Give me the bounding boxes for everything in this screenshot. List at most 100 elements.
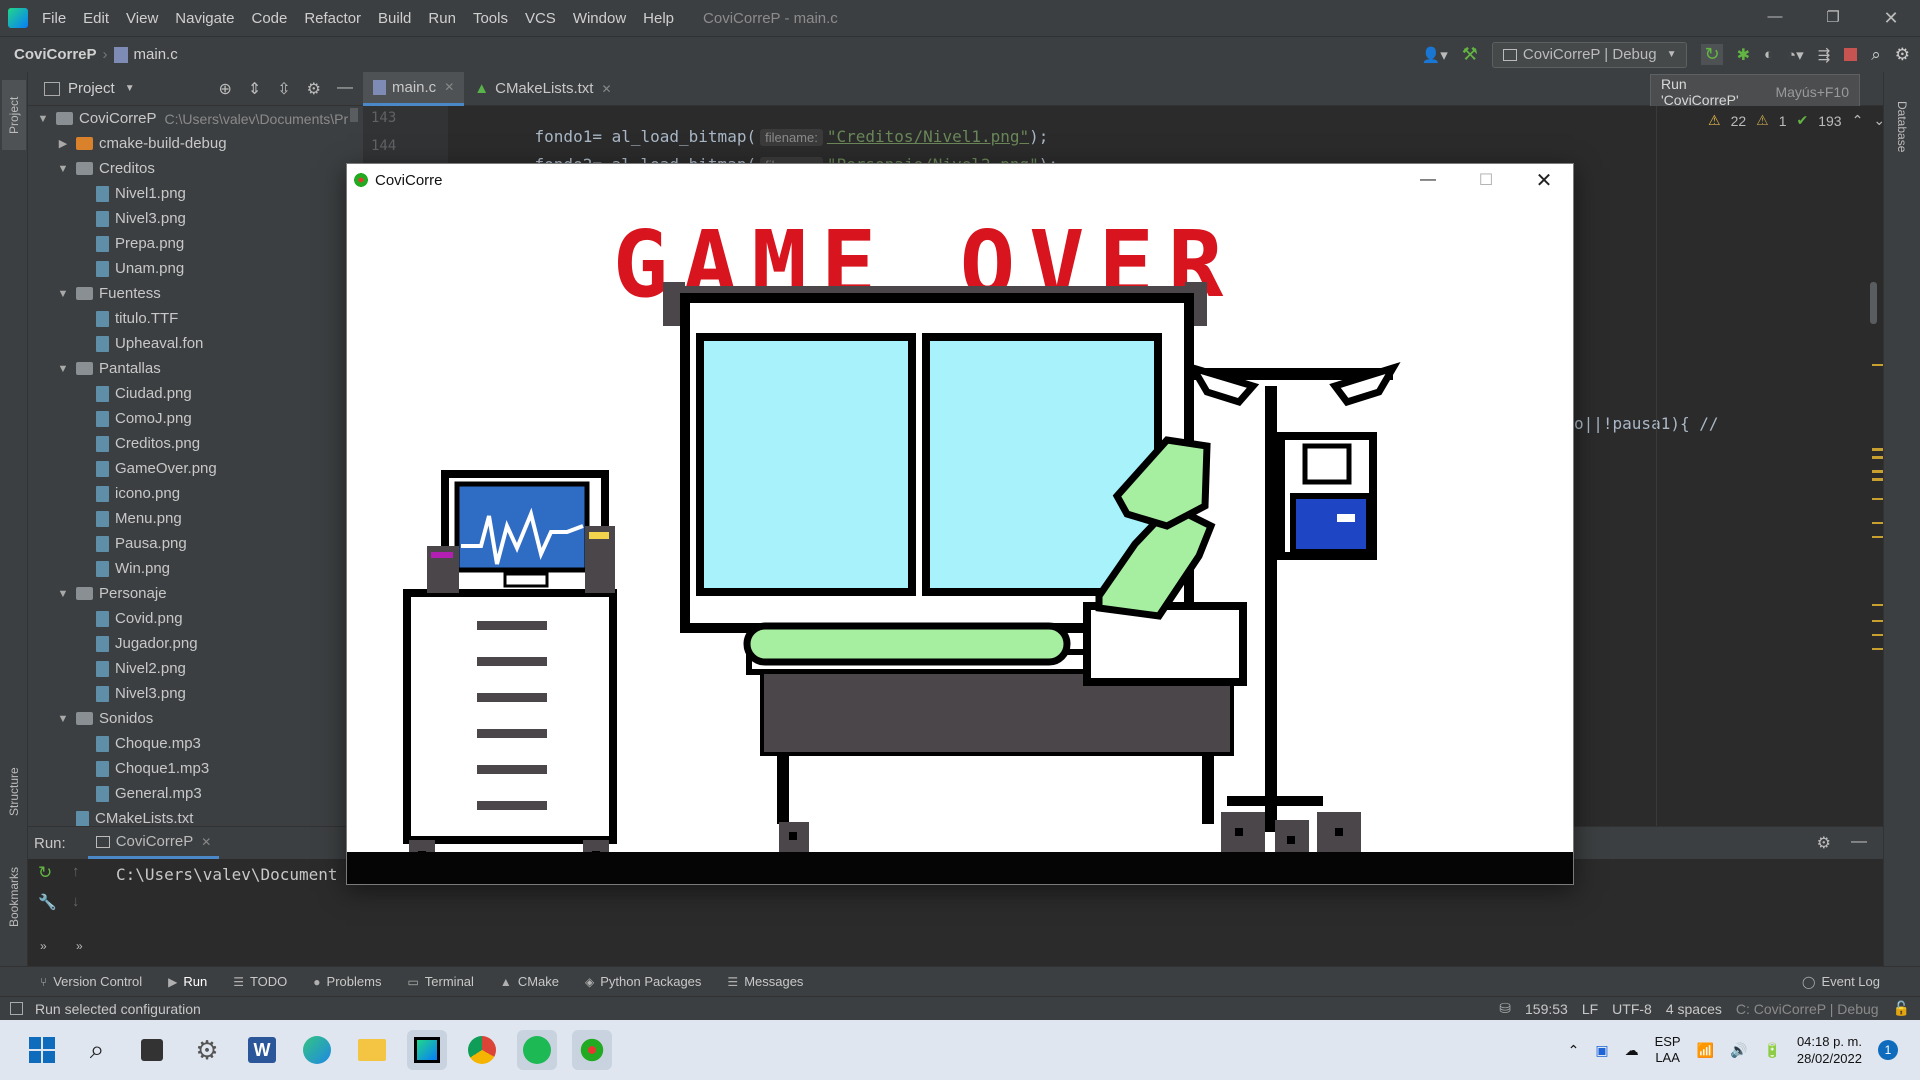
memory-icon[interactable]: ⛁ <box>1499 1000 1511 1017</box>
menu-item[interactable]: View <box>126 10 158 27</box>
tool-tab-run[interactable]: ▶ Run <box>168 974 207 989</box>
tree-item[interactable]: Nivel3.png <box>76 681 186 706</box>
meet-icon[interactable]: ▣ <box>1595 1042 1608 1059</box>
notification-badge[interactable]: 1 <box>1878 1040 1898 1060</box>
close-icon[interactable]: ✕ <box>201 835 211 849</box>
editor-scrollbar-thumb[interactable] <box>1870 282 1877 324</box>
tab-cmakelists[interactable]: ▲ CMakeLists.txt ✕ <box>464 72 621 106</box>
expand-all-icon[interactable]: ⇕ <box>248 79 261 99</box>
tree-item[interactable]: Nivel3.png <box>76 206 186 231</box>
chevron-down-icon[interactable]: ▼ <box>36 113 50 125</box>
menu-item[interactable]: Tools <box>473 10 508 27</box>
structure-tool-button[interactable]: Structure <box>2 752 26 832</box>
menu-item[interactable]: Refactor <box>304 10 361 27</box>
tool-tab-cmake[interactable]: ▲ CMake <box>500 974 559 989</box>
edge-browser-icon[interactable] <box>297 1030 337 1070</box>
tree-item[interactable]: Ciudad.png <box>76 381 192 406</box>
menu-item[interactable]: Code <box>251 10 287 27</box>
tree-item[interactable]: Jugador.png <box>76 631 198 656</box>
coverage-icon[interactable]: ◐ <box>1764 46 1773 63</box>
tree-item[interactable]: Choque.mp3 <box>76 731 201 756</box>
chevron-down-icon[interactable]: ▼ <box>56 588 70 600</box>
hide-panel-icon[interactable]: — <box>337 79 353 99</box>
chevron-down-icon[interactable]: ▼ <box>125 83 135 94</box>
tree-item[interactable]: Unam.png <box>76 256 184 281</box>
debug-bug-icon[interactable]: ✱ <box>1737 45 1750 65</box>
close-button[interactable]: ✕ <box>1515 164 1573 196</box>
tree-item[interactable]: ▼ Personaje <box>56 581 167 606</box>
minimize-button[interactable]: — <box>1746 8 1804 29</box>
bookmarks-tool-button[interactable]: Bookmarks <box>2 852 26 942</box>
tree-item[interactable]: Menu.png <box>76 506 182 531</box>
chevron-down-icon[interactable]: ▼ <box>56 288 70 300</box>
chevron-right-icon[interactable]: ▶ <box>56 137 70 150</box>
tree-item[interactable]: General.mp3 <box>76 781 202 806</box>
tree-item[interactable]: titulo.TTF <box>76 306 178 331</box>
panel-toggle-icon[interactable] <box>10 1002 23 1015</box>
spotify-icon[interactable] <box>517 1030 557 1070</box>
tree-item[interactable]: ▶ cmake-build-debug <box>56 131 227 156</box>
settings-gear-icon[interactable]: ⚙ <box>187 1030 227 1070</box>
battery-icon[interactable]: 🔋 <box>1763 1042 1780 1059</box>
tree-item[interactable]: GameOver.png <box>76 456 217 481</box>
maximize-button[interactable]: ☐ <box>1457 164 1515 196</box>
menu-item[interactable]: File <box>42 10 66 27</box>
rerun-icon[interactable]: ↻ <box>38 863 52 883</box>
arrow-up-icon[interactable]: ↑ <box>72 863 80 880</box>
attach-icon[interactable]: ⇶ <box>1818 46 1831 64</box>
database-tool-button[interactable]: Database <box>1890 82 1914 172</box>
line-separator[interactable]: LF <box>1582 1001 1598 1017</box>
tree-scrollbar[interactable] <box>350 108 358 122</box>
run-tab[interactable]: CoviCorreP ✕ <box>87 827 220 859</box>
onedrive-cloud-icon[interactable]: ☁ <box>1625 1042 1639 1059</box>
tree-item[interactable]: Nivel1.png <box>76 181 186 206</box>
minimize-button[interactable]: — <box>1399 164 1457 196</box>
menu-item[interactable]: Run <box>428 10 456 27</box>
stop-icon[interactable] <box>1844 48 1858 61</box>
settings-gear-icon[interactable]: ⚙ <box>1895 45 1910 65</box>
caret-position[interactable]: 159:53 <box>1525 1001 1568 1017</box>
locate-icon[interactable]: ⊕ <box>218 79 231 99</box>
settings-gear-icon[interactable]: ⚙ <box>307 79 321 99</box>
build-hammer-icon[interactable]: ⚒ <box>1462 44 1478 65</box>
more-icon[interactable]: » <box>40 939 47 953</box>
chevron-down-icon[interactable]: ▼ <box>56 713 70 725</box>
windows-start-icon[interactable] <box>22 1030 62 1070</box>
close-button[interactable]: ✕ <box>1862 8 1920 29</box>
tool-tab-terminal[interactable]: ▭ Terminal <box>407 974 473 989</box>
word-icon[interactable]: W <box>242 1030 282 1070</box>
run-config-selector[interactable]: CoviCorreP | Debug ▼ <box>1491 41 1688 68</box>
language-indicator[interactable]: ESP LAA <box>1655 1034 1681 1066</box>
project-tool-button[interactable]: Project <box>2 80 26 150</box>
tool-tab-version-control[interactable]: ⑂ Version Control <box>40 974 142 989</box>
user-icon[interactable]: 👤▾ <box>1422 46 1448 64</box>
collapse-all-icon[interactable]: ⇳ <box>277 79 290 99</box>
settings-gear-icon[interactable]: ⚙ <box>1817 833 1831 853</box>
tree-item[interactable]: ▼ Sonidos <box>56 706 154 731</box>
hide-panel-icon[interactable]: — <box>1851 833 1867 853</box>
menu-item[interactable]: VCS <box>525 10 556 27</box>
tab-main-c[interactable]: main.c ✕ <box>363 71 465 106</box>
search-icon[interactable]: ⌕ <box>77 1030 117 1070</box>
breadcrumb-project[interactable]: CoviCorreP <box>14 46 97 63</box>
breadcrumb-file[interactable]: main.c <box>134 46 178 63</box>
chevron-down-icon[interactable]: ▼ <box>56 163 70 175</box>
chevron-down-icon[interactable]: ▼ <box>56 363 70 375</box>
clion-icon[interactable] <box>407 1030 447 1070</box>
covicorre-app-icon[interactable] <box>572 1030 612 1070</box>
more-icon[interactable]: » <box>76 939 83 953</box>
tree-item[interactable]: ▼ Pantallas <box>56 356 161 381</box>
menu-item[interactable]: Navigate <box>175 10 234 27</box>
tree-item[interactable]: Pausa.png <box>76 531 187 556</box>
indent-setting[interactable]: 4 spaces <box>1666 1001 1722 1017</box>
profile-icon[interactable]: ◔▾ <box>1787 46 1804 64</box>
tool-tab-problems[interactable]: ● Problems <box>313 974 381 989</box>
task-view-icon[interactable] <box>132 1030 172 1070</box>
chevron-up-icon[interactable]: ⌃ <box>1852 112 1864 129</box>
context-selector[interactable]: C: CoviCorreP | Debug <box>1736 1001 1879 1017</box>
file-encoding[interactable]: UTF-8 <box>1612 1001 1652 1017</box>
lock-icon[interactable]: 🔓 <box>1893 1000 1910 1017</box>
restore-button[interactable]: ❐ <box>1804 8 1862 29</box>
tree-item[interactable]: ▼ Creditos <box>56 156 155 181</box>
tree-item[interactable]: Choque1.mp3 <box>76 756 209 781</box>
